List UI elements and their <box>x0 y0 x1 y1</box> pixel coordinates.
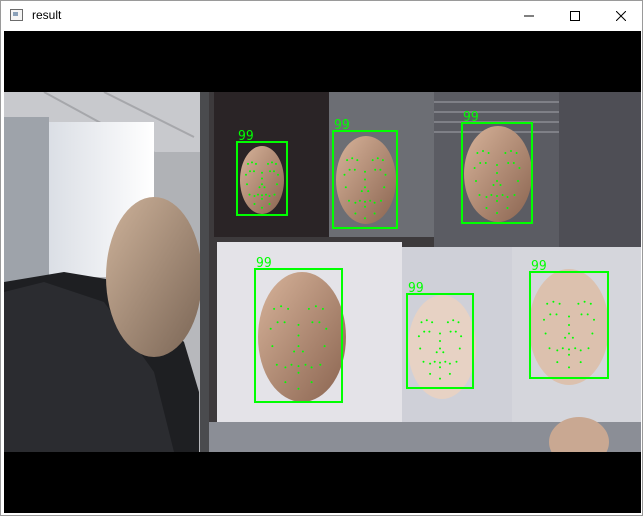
hand <box>106 197 202 357</box>
camera-image: 99 99 99 99 99 99 <box>4 92 641 452</box>
face-2 <box>336 136 396 224</box>
app-window-icon <box>10 9 23 21</box>
camera-frame: 99 99 99 99 99 99 <box>4 92 641 452</box>
face-score-6: 99 <box>531 259 547 274</box>
face-score-5: 99 <box>408 281 424 296</box>
window-frame <box>4 117 49 287</box>
close-icon <box>616 11 626 21</box>
face-1 <box>240 146 284 214</box>
maximize-button[interactable] <box>552 1 598 31</box>
face-5 <box>408 295 476 399</box>
maximize-icon <box>570 11 580 21</box>
face-score-1: 99 <box>238 129 254 144</box>
face-3 <box>464 126 532 222</box>
close-button[interactable] <box>598 1 643 31</box>
minimize-button[interactable] <box>506 1 552 31</box>
face-4 <box>258 272 346 402</box>
window-title: result <box>32 8 62 22</box>
face-score-3: 99 <box>463 110 479 125</box>
face-score-4: 99 <box>256 256 272 271</box>
app-window: result 99 99 99 99 99 99 <box>0 0 643 516</box>
minimize-icon <box>524 15 534 17</box>
title-bar[interactable]: result <box>1 1 642 31</box>
face-score-2: 99 <box>334 118 350 133</box>
result-view: 99 99 99 99 99 99 <box>4 31 641 513</box>
